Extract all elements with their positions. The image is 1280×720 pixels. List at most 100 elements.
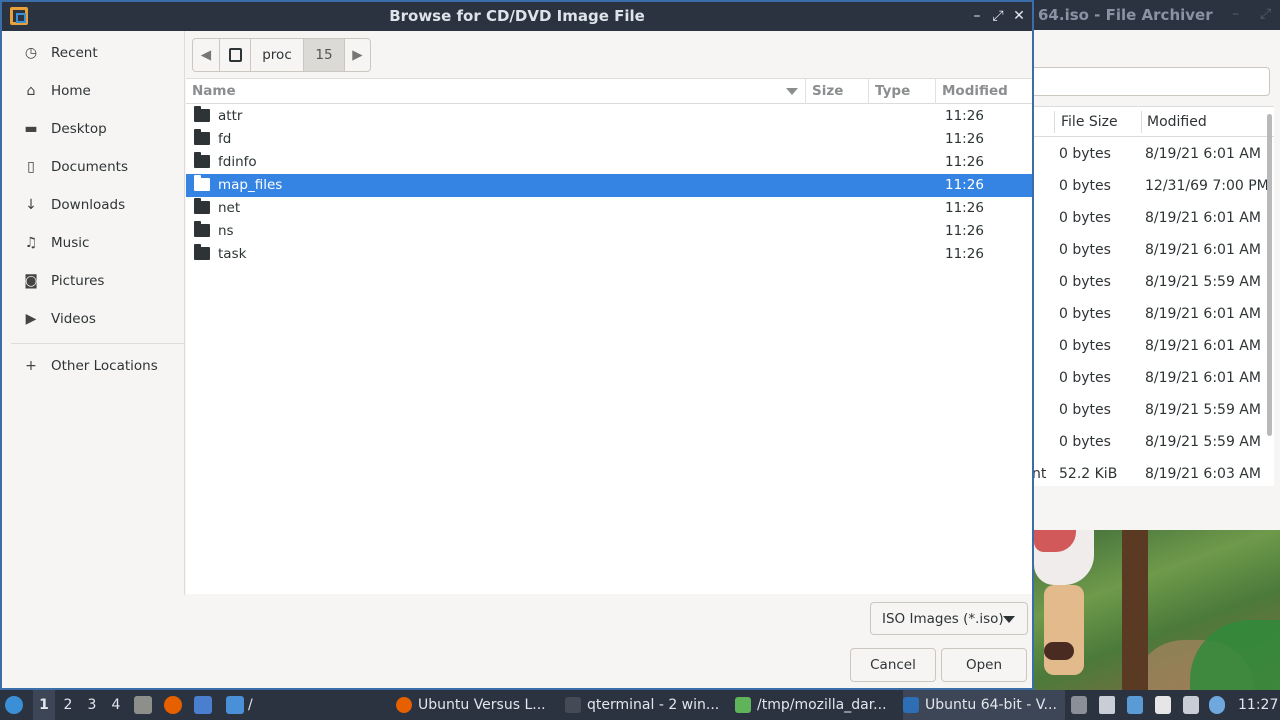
archiver-minimize-icon[interactable]: – <box>1232 6 1239 22</box>
folder-icon <box>194 106 210 122</box>
path-back-button[interactable]: ◀ <box>193 39 220 71</box>
archiver-row-size: 0 bytes <box>1059 434 1111 450</box>
sidebar-item-documents[interactable]: ▯ Documents <box>11 151 184 183</box>
firefox-launcher-icon[interactable] <box>164 696 182 714</box>
sidebar-item-pictures[interactable]: ◙ Pictures <box>11 265 184 297</box>
workspace-4[interactable]: 4 <box>105 690 127 720</box>
file-row[interactable]: fdinfo 11:26 <box>186 151 1032 174</box>
chevron-right-icon: ▶ <box>352 47 363 63</box>
desktop-launcher-icon[interactable] <box>194 696 212 714</box>
file-filter-label: ISO Images (*.iso) <box>882 610 1004 627</box>
info-icon[interactable] <box>1209 696 1225 714</box>
music-icon: ♫ <box>24 235 38 251</box>
sidebar-item-videos[interactable]: ▶ Videos <box>11 303 184 335</box>
cancel-button[interactable]: Cancel <box>850 648 936 682</box>
archiver-row-size: 52.2 KiB <box>1059 466 1118 482</box>
task-qterminal[interactable]: qterminal - 2 win... <box>565 690 725 720</box>
minimize-icon[interactable]: – <box>968 7 986 25</box>
archiver-maximize-icon[interactable]: ⤢ <box>1260 6 1271 22</box>
task-ubuntu-64bit[interactable]: Ubuntu 64-bit - V... <box>903 690 1065 720</box>
dialog-titlebar: Browse for CD/DVD Image File – ⤢ ✕ <box>2 2 1032 31</box>
folder-icon <box>194 221 210 237</box>
workspace-2[interactable]: 2 <box>57 690 79 720</box>
archiver-row-size: 0 bytes <box>1059 306 1111 322</box>
archiver-row[interactable]: 0 bytes 12/31/69 7:00 PM <box>1034 170 1274 202</box>
sidebar-item-label: Home <box>51 83 91 99</box>
archiver-row[interactable]: 0 bytes 8/19/21 6:01 AM <box>1034 234 1274 266</box>
file-row[interactable]: net 11:26 <box>186 197 1032 220</box>
document-icon: ▯ <box>27 159 35 175</box>
archiver-row-modified: 8/19/21 5:59 AM <box>1145 434 1261 450</box>
path-forward-button[interactable]: ▶ <box>345 39 370 71</box>
archiver-location-field[interactable] <box>1034 67 1270 96</box>
file-modified: 11:26 <box>945 223 984 239</box>
column-size[interactable]: Size <box>806 79 869 104</box>
column-type[interactable]: Type <box>869 79 936 104</box>
archiver-row[interactable]: 0 bytes 8/19/21 6:01 AM <box>1034 202 1274 234</box>
file-row[interactable]: ns 11:26 <box>186 220 1032 243</box>
screen-icon[interactable] <box>1183 696 1199 714</box>
clock-icon: ◷ <box>24 45 38 61</box>
archiver-col-size[interactable]: File Size <box>1061 107 1118 137</box>
archiver-row[interactable]: 0 bytes 8/19/21 6:01 AM <box>1034 298 1274 330</box>
sidebar-item-home[interactable]: ⌂ Home <box>11 75 184 107</box>
archiver-row-size: 0 bytes <box>1059 178 1111 194</box>
sort-descending-icon <box>786 88 798 95</box>
workspace-3[interactable]: 3 <box>81 690 103 720</box>
column-modified[interactable]: Modified <box>936 79 1032 104</box>
virtualbox-icon <box>903 697 919 713</box>
path-root-button[interactable] <box>220 39 251 71</box>
path-launcher-label[interactable]: / <box>248 690 253 720</box>
folder-icon <box>194 198 210 214</box>
file-row[interactable]: attr 11:26 <box>186 105 1032 128</box>
archiver-row[interactable]: 0 bytes 8/19/21 6:01 AM <box>1034 138 1274 170</box>
archiver-row[interactable]: nt 52.2 KiB 8/19/21 6:03 AM <box>1034 458 1274 486</box>
sidebar-item-label: Other Locations <box>51 358 158 374</box>
folder-launcher-icon[interactable] <box>226 696 244 714</box>
sidebar-item-desktop[interactable]: ▬ Desktop <box>11 113 184 145</box>
volume-icon[interactable] <box>1099 696 1115 714</box>
archiver-vscrollbar[interactable] <box>1267 114 1272 436</box>
archiver-row[interactable]: 0 bytes 8/19/21 6:01 AM <box>1034 362 1274 394</box>
archiver-row-modified: 8/19/21 6:01 AM <box>1145 370 1261 386</box>
archiver-row[interactable]: 0 bytes 8/19/21 5:59 AM <box>1034 266 1274 298</box>
file-filter-dropdown[interactable]: ISO Images (*.iso) <box>870 602 1028 635</box>
file-row[interactable]: fd 11:26 <box>186 128 1032 151</box>
clipboard-icon[interactable] <box>1071 696 1087 714</box>
archiver-row[interactable]: 0 bytes 8/19/21 5:59 AM <box>1034 394 1274 426</box>
network-icon[interactable] <box>1127 696 1143 714</box>
sidebar-item-downloads[interactable]: ↓ Downloads <box>11 189 184 221</box>
archiver-row[interactable]: 0 bytes 8/19/21 6:01 AM <box>1034 330 1274 362</box>
sidebar-item-label: Music <box>51 235 90 251</box>
file-manager-launcher-icon[interactable] <box>134 696 152 714</box>
task-tmp-mozilla[interactable]: /tmp/mozilla_dar... <box>735 690 895 720</box>
close-icon[interactable]: ✕ <box>1010 7 1028 25</box>
sidebar-item-music[interactable]: ♫ Music <box>11 227 184 259</box>
archiver-row-name: nt <box>1034 466 1047 482</box>
path-segment-15[interactable]: 15 <box>304 39 345 71</box>
chevron-down-icon <box>1003 616 1015 623</box>
folder-icon <box>194 152 210 168</box>
sidebar-item-recent[interactable]: ◷ Recent <box>11 37 184 69</box>
file-row[interactable]: task 11:26 <box>186 243 1032 266</box>
open-button[interactable]: Open <box>941 648 1027 682</box>
task-label: /tmp/mozilla_dar... <box>757 697 887 713</box>
file-modified: 11:26 <box>945 177 984 193</box>
file-modified: 11:26 <box>945 154 984 170</box>
file-name: fd <box>218 131 232 147</box>
task-ubuntu-versus[interactable]: Ubuntu Versus L... <box>396 690 554 720</box>
archiver-col-modified[interactable]: Modified <box>1147 107 1207 137</box>
file-row[interactable]: map_files 11:26 <box>186 174 1032 197</box>
video-icon: ▶ <box>25 311 37 327</box>
sidebar-item-other-locations[interactable]: + Other Locations <box>11 350 184 382</box>
workspace-1[interactable]: 1 <box>33 690 55 720</box>
sidebar-item-label: Documents <box>51 159 128 175</box>
path-segment-proc[interactable]: proc <box>251 39 304 71</box>
wallpaper-artwork <box>1034 530 1280 690</box>
desktop-icon: ▬ <box>24 121 38 137</box>
column-name[interactable]: Name <box>186 79 806 104</box>
start-menu-icon[interactable] <box>5 696 23 714</box>
notes-icon[interactable] <box>1155 696 1171 714</box>
archiver-row[interactable]: 0 bytes 8/19/21 5:59 AM <box>1034 426 1274 458</box>
maximize-icon[interactable]: ⤢ <box>989 7 1007 25</box>
